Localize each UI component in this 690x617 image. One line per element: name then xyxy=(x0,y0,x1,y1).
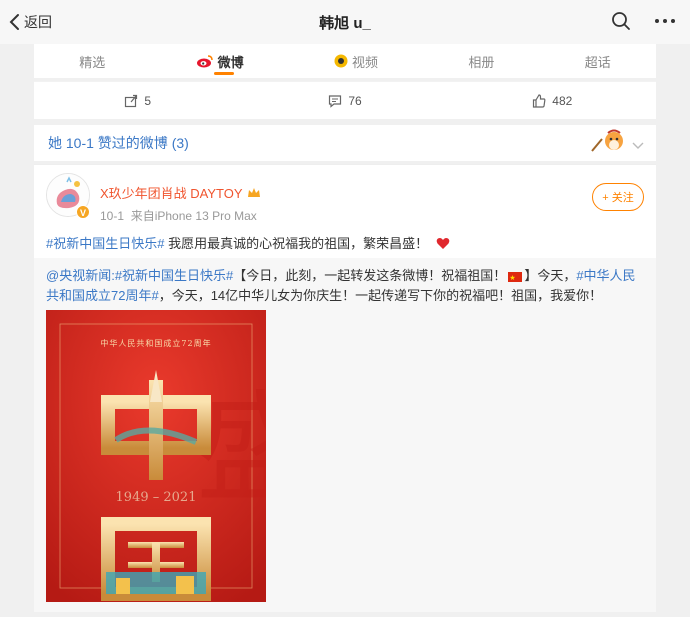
china-flag-icon xyxy=(508,269,523,289)
video-icon xyxy=(334,54,348,68)
post-hashtag[interactable]: #祝新中国生日快乐# xyxy=(46,236,164,251)
tab-label: 微博 xyxy=(217,54,244,70)
tab-video[interactable]: 视频 xyxy=(324,44,388,78)
tab-label: 精选 xyxy=(79,54,106,70)
tab-label: 视频 xyxy=(351,54,378,70)
post-text: #祝新中国生日快乐# 我愿用最真诚的心祝福我的祖国，繁荣昌盛！ xyxy=(46,233,450,253)
top-nav-bar: 返回 韩旭 u_ xyxy=(0,0,690,44)
search-icon[interactable] xyxy=(610,10,632,32)
heart-icon xyxy=(436,237,450,253)
verified-badge: V xyxy=(76,205,90,219)
poster-header-text: 中华人民共和国成立72周年 xyxy=(100,339,212,348)
post-card: V X玖少年团肖战 DAYTOY 10-1 来自iPhone 13 Pro Ma… xyxy=(34,164,656,612)
like-button[interactable]: 482 xyxy=(449,94,656,108)
crown-icon xyxy=(247,187,260,197)
share-icon xyxy=(125,94,138,107)
decorative-sticker-icon xyxy=(590,129,626,162)
chevron-down-icon[interactable] xyxy=(632,137,644,155)
repost-hashtag-1[interactable]: #祝新中国生日快乐# xyxy=(115,268,233,283)
poster-years: 1949 – 2021 xyxy=(115,490,197,505)
tab-album[interactable]: 相册 xyxy=(458,44,504,78)
repost-text-1: 【今日，此刻，一起转发这条微博！祝福祖国！ xyxy=(233,268,507,283)
tab-label: 超话 xyxy=(584,54,611,70)
comment-button[interactable]: 76 xyxy=(241,94,448,108)
post-meta: 10-1 来自iPhone 13 Pro Max xyxy=(100,207,257,224)
liked-posts-header: 她 10-1 赞过的微博 (3) xyxy=(34,125,656,161)
follow-button[interactable]: + 关注 xyxy=(592,183,644,211)
more-icon[interactable] xyxy=(654,10,676,32)
repost-author-link[interactable]: @央视新闻 xyxy=(46,268,111,283)
liked-posts-title[interactable]: 她 10-1 赞过的微博 (3) xyxy=(48,133,189,153)
page-title: 韩旭 u_ xyxy=(319,15,371,32)
tab-label: 相册 xyxy=(468,54,495,70)
weibo-icon xyxy=(196,55,213,68)
post-source: 来自iPhone 13 Pro Max xyxy=(130,209,257,223)
post-username[interactable]: X玖少年团肖战 DAYTOY xyxy=(100,183,261,202)
tab-featured[interactable]: 精选 xyxy=(69,44,115,78)
post-date: 10-1 xyxy=(100,209,125,223)
post-body: 我愿用最真诚的心祝福我的祖国，繁荣昌盛！ xyxy=(164,236,429,251)
comment-icon xyxy=(329,94,342,108)
like-count: 482 xyxy=(552,93,573,108)
repost-button[interactable]: 5 xyxy=(34,94,241,108)
tab-weibo[interactable]: 微博 xyxy=(186,44,254,78)
post-stats-bar: 5 76 482 xyxy=(34,81,656,119)
reposted-content[interactable]: @央视新闻:#祝新中国生日快乐#【今日，此刻，一起转发这条微博！祝福祖国！】今天… xyxy=(34,258,656,612)
tab-supertopic[interactable]: 超话 xyxy=(575,44,621,78)
comment-count: 76 xyxy=(348,93,362,108)
repost-text-3: ，今天，14亿中华儿女为你庆生！一起传递写下你的祝福吧！祖国，我爱你！ xyxy=(158,288,603,303)
thumbs-up-icon xyxy=(533,93,546,108)
repost-text: @央视新闻:#祝新中国生日快乐#【今日，此刻，一起转发这条微博！祝福祖国！】今天… xyxy=(46,266,646,306)
national-day-poster-image[interactable]: 盛 中华人民共和国成立72周年 1949 – 2021 中 国 xyxy=(46,310,266,602)
repost-text-2: 】今天， xyxy=(524,268,577,283)
repost-count: 5 xyxy=(144,93,151,108)
profile-tabs: 精选 微博 视频 相册 超话 xyxy=(34,44,656,78)
username-text: X玖少年团肖战 DAYTOY xyxy=(100,186,243,201)
